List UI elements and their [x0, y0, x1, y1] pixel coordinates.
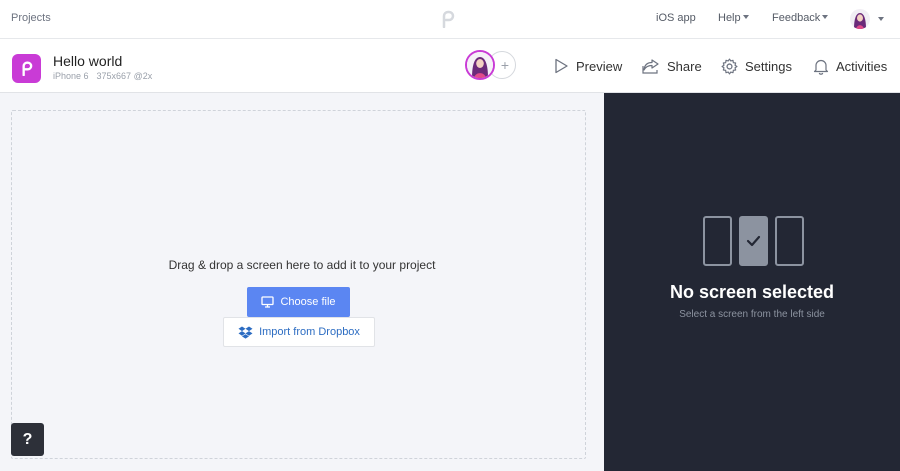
dropzone-instruction: Drag & drop a screen here to add it to y…	[168, 258, 436, 272]
chevron-down-icon[interactable]	[878, 17, 884, 21]
gear-icon	[721, 58, 738, 75]
share-label: Share	[667, 58, 702, 74]
no-screen-title: No screen selected	[669, 282, 835, 302]
ios-app-link[interactable]: iOS app	[656, 12, 696, 24]
screens-pane: Drag & drop a screen here to add it to y…	[0, 93, 604, 471]
check-icon	[746, 235, 761, 247]
avatar-icon	[467, 52, 493, 78]
collaborator-avatar[interactable]	[465, 50, 495, 80]
user-avatar[interactable]	[850, 9, 870, 29]
settings-label: Settings	[745, 59, 792, 74]
phone-outline-icon	[703, 216, 732, 266]
screens-illustration	[703, 216, 805, 267]
monitor-icon	[261, 296, 275, 308]
bell-icon	[813, 59, 829, 75]
project-app-icon[interactable]	[12, 54, 41, 83]
p-logo-icon[interactable]	[441, 10, 455, 28]
preview-label: Preview	[576, 58, 623, 74]
device-name: iPhone 6	[53, 71, 89, 81]
p-logo-icon	[22, 61, 32, 76]
phone-selected-icon	[739, 216, 768, 266]
feedback-menu-label: Feedback	[772, 12, 821, 24]
share-icon	[642, 59, 659, 74]
activities-label: Activities	[836, 59, 888, 74]
activities-button[interactable]: Activities	[813, 58, 887, 75]
choose-file-label: Choose file	[280, 296, 336, 308]
no-screen-subtitle: Select a screen from the left side	[679, 309, 825, 320]
settings-button[interactable]: Settings	[721, 58, 792, 75]
preview-button[interactable]: Preview	[553, 58, 622, 74]
help-button[interactable]: ?	[11, 423, 44, 456]
play-icon	[555, 58, 568, 74]
top-nav: Projects iOS app Help Feedback	[0, 0, 900, 39]
chevron-down-icon	[742, 15, 749, 19]
feedback-menu[interactable]: Feedback	[772, 12, 829, 24]
avatar-icon	[850, 9, 870, 29]
phone-outline-icon	[775, 216, 804, 266]
help-menu[interactable]: Help	[718, 12, 749, 24]
screen-dropzone[interactable]	[11, 110, 586, 459]
project-title[interactable]: Hello world	[53, 53, 122, 69]
project-device-info: iPhone 6 375x667 @2x	[53, 71, 160, 81]
import-dropbox-button[interactable]: Import from Dropbox	[223, 317, 375, 347]
chevron-down-icon	[822, 15, 829, 19]
project-header: Hello world iPhone 6 375x667 @2x + Previe…	[0, 40, 900, 93]
projects-link[interactable]: Projects	[11, 12, 51, 24]
import-dropbox-label: Import from Dropbox	[259, 326, 360, 338]
screen-details-panel: No screen selected Select a screen from …	[604, 93, 900, 471]
share-button[interactable]: Share	[642, 58, 702, 74]
help-menu-label: Help	[718, 12, 741, 24]
device-resolution: 375x667 @2x	[96, 71, 153, 81]
dropbox-icon	[238, 326, 253, 339]
choose-file-button[interactable]: Choose file	[247, 287, 350, 317]
